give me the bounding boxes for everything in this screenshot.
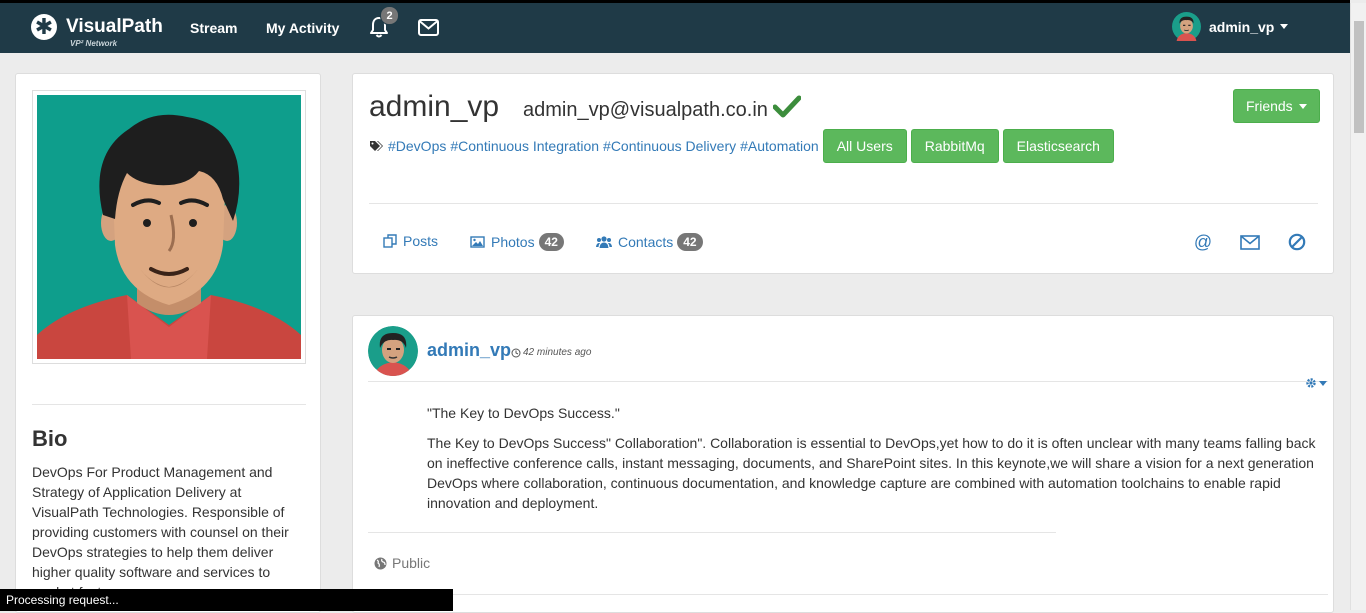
- chevron-down-icon: [1298, 103, 1307, 109]
- friends-label: Friends: [1246, 98, 1293, 114]
- profile-avatar: [32, 90, 306, 364]
- scrollbar-thumb[interactable]: [1354, 21, 1364, 133]
- photos-count-badge: 42: [538, 233, 564, 251]
- gear-icon: [1306, 378, 1316, 388]
- divider: [32, 404, 306, 405]
- tab-photos-label: Photos: [491, 234, 535, 250]
- nav-my-activity-link[interactable]: My Activity: [266, 20, 339, 36]
- all-users-button[interactable]: All Users: [822, 129, 907, 163]
- user-menu-dropdown[interactable]: admin_vp: [1172, 12, 1289, 41]
- chevron-down-icon: [1319, 380, 1327, 386]
- divider: [368, 532, 1056, 533]
- tab-contacts[interactable]: Contacts 42: [596, 233, 703, 251]
- asterisk-logo-icon: ✱: [31, 14, 57, 40]
- post-options-dropdown[interactable]: [1305, 377, 1327, 389]
- tab-photos[interactable]: Photos 42: [470, 233, 564, 251]
- post-author-link[interactable]: admin_vp: [427, 340, 511, 361]
- tab-posts-label: Posts: [403, 233, 439, 249]
- envelope-icon[interactable]: [1240, 235, 1260, 255]
- envelope-icon[interactable]: [418, 19, 439, 41]
- post-card: admin_vp 42 minutes ago "The Key to DevO…: [352, 315, 1334, 613]
- profile-sidebar: Bio DevOps For Product Management and St…: [15, 73, 321, 613]
- post-title: "The Key to DevOps Success.": [427, 405, 620, 421]
- tab-posts[interactable]: Posts: [383, 233, 438, 249]
- at-mention-icon[interactable]: @: [1194, 232, 1212, 256]
- top-navbar: ✱ VisualPath VP² Network Stream My Activ…: [0, 0, 1350, 53]
- post-visibility-label: Public: [392, 555, 431, 571]
- chevron-down-icon: [1280, 24, 1289, 29]
- users-icon: [596, 236, 612, 248]
- brand-name: VisualPath: [66, 16, 163, 37]
- divider: [368, 381, 1328, 382]
- divider: [369, 203, 1318, 204]
- verified-check-icon: [772, 94, 802, 123]
- post-timestamp: 42 minutes ago: [511, 347, 591, 358]
- svg-text:@: @: [1194, 233, 1212, 251]
- processing-status-toast: Processing request...: [0, 589, 453, 611]
- globe-icon: [374, 557, 387, 569]
- friends-dropdown-button[interactable]: Friends: [1233, 89, 1320, 123]
- user-name: admin_vp: [1209, 18, 1275, 35]
- bio-text: DevOps For Product Management and Strate…: [32, 464, 289, 600]
- nav-stream-link[interactable]: Stream: [190, 20, 237, 36]
- bio-heading: Bio: [32, 426, 68, 451]
- profile-header-panel: admin_vp admin_vp@visualpath.co.in Frien…: [352, 73, 1334, 274]
- tag-automation-link[interactable]: #Automation: [740, 138, 819, 154]
- post-body: The Key to DevOps Success" Collaboration…: [427, 435, 1316, 511]
- tag-continuous-delivery-link[interactable]: #Continuous Delivery: [603, 138, 736, 154]
- divider: [368, 594, 1328, 595]
- copy-icon: [383, 234, 397, 248]
- user-avatar: [1172, 12, 1201, 41]
- contacts-count-badge: 42: [677, 233, 703, 251]
- brand-subtitle: VP² Network: [70, 39, 118, 48]
- post-visibility: Public: [374, 555, 430, 571]
- tag-continuous-integration-link[interactable]: #Continuous Integration: [450, 138, 599, 154]
- image-icon: [470, 236, 485, 248]
- tag-devops-link[interactable]: #DevOps: [388, 138, 446, 154]
- post-time-text: 42 minutes ago: [523, 347, 592, 358]
- tab-contacts-label: Contacts: [618, 234, 674, 250]
- rabbitmq-button[interactable]: RabbitMq: [910, 129, 999, 163]
- elasticsearch-button[interactable]: Elasticsearch: [1002, 129, 1114, 163]
- tags-row: #DevOps #Continuous Integration #Continu…: [369, 129, 1118, 163]
- block-icon[interactable]: [1288, 233, 1306, 256]
- brand-link[interactable]: ✱ VisualPath VP² Network: [31, 14, 163, 48]
- page-scrollbar[interactable]: [1350, 3, 1366, 610]
- tags-icon: [370, 141, 383, 151]
- post-author-avatar[interactable]: [368, 326, 418, 376]
- profile-name: admin_vp: [369, 90, 500, 123]
- profile-email: admin_vp@visualpath.co.in: [523, 99, 768, 121]
- clock-icon: [511, 348, 521, 357]
- notification-count-badge: 2: [380, 6, 399, 25]
